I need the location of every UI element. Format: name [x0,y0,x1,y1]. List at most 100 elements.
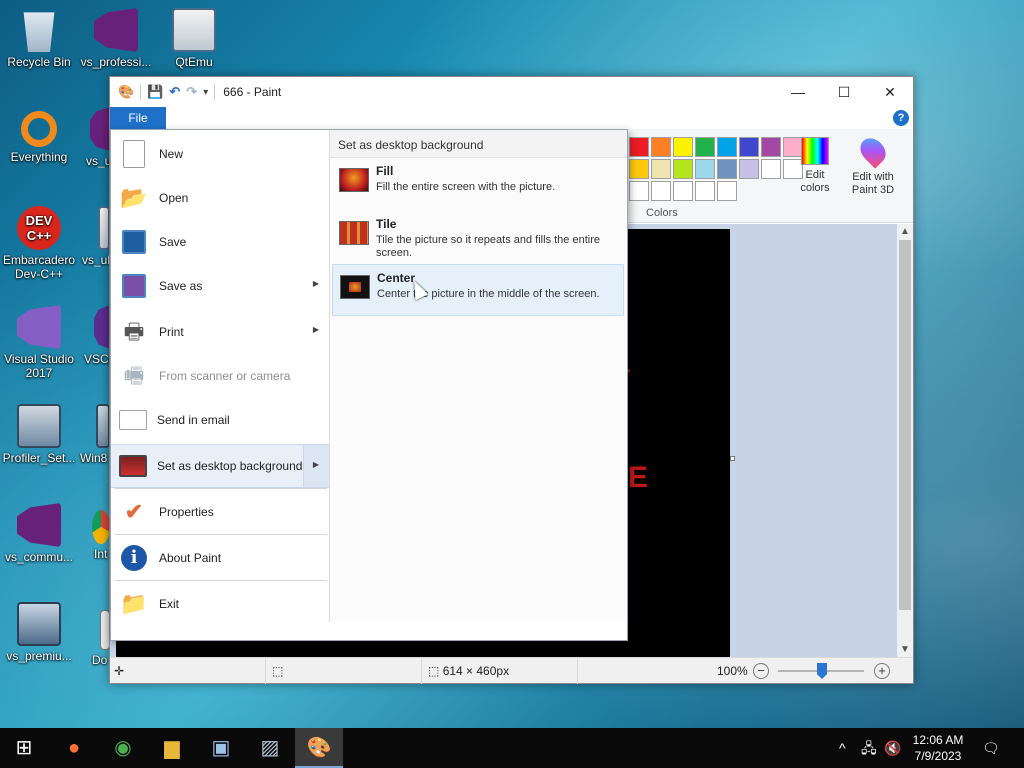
resize-handle[interactable] [730,456,735,461]
file-menu: New 📂 Open Save Save as ▶ 🖶 Print ▶ 🖷 Fr… [110,129,628,641]
color-swatch[interactable] [673,181,693,201]
file-menu-items: New 📂 Open Save Save as ▶ 🖶 Print ▶ 🖷 Fr… [111,130,329,626]
menu-item-print[interactable]: 🖶 Print ▶ [111,310,329,354]
color-swatch[interactable] [739,159,759,179]
desktop-icon-profiler-setup[interactable]: Profiler_Set... [1,404,77,465]
color-swatch[interactable] [695,159,715,179]
network-icon[interactable]: 🖧 [861,728,877,768]
edit-colors-button[interactable]: Edit colors [797,137,833,195]
desktop-icon-vs-ul[interactable]: vs_ul [78,206,110,267]
tile-preview-icon [339,221,369,245]
canvas-red-letter: E [628,461,649,494]
info-icon: i [121,545,147,571]
file-explorer-icon[interactable]: ▆ [148,728,196,768]
devcpp-icon: DEV C++ [17,206,61,250]
submenu-arrow-icon: ▶ [312,325,319,334]
desktop-icon-dev-cpp[interactable]: DEV C++ Embarcadero Dev-C++ [1,206,77,281]
desktop-icon-int-do[interactable]: Int Do [78,510,110,561]
scroll-down-icon[interactable]: ▼ [897,644,913,655]
color-swatch[interactable] [717,159,737,179]
recycle-bin-icon [23,12,55,52]
menu-item-new[interactable]: New [111,132,329,176]
desktop-icon-vs-professional[interactable]: vs_professi... [78,8,154,69]
chrome-shortcut-icon [92,510,110,544]
zoom-level: 100% [717,664,748,678]
desktop-icon-everything[interactable]: Everything [1,107,77,164]
paint-app-icon[interactable]: 🎨 [118,84,134,100]
show-hidden-icons-icon[interactable]: ^ [839,728,846,768]
desktop-icon-vs-community[interactable]: vs_commu... [1,503,77,564]
image-size-icon: ⬚ [428,664,440,678]
photo-viewer-icon[interactable]: ▨ [246,728,294,768]
desktop-icon-qtemu[interactable]: QtEmu [156,8,232,69]
firefox-icon[interactable]: ● [50,728,98,768]
zoom-slider-thumb[interactable] [817,663,827,679]
vertical-scrollbar[interactable]: ▲ ▼ [897,224,913,657]
desktop-icon-do[interactable]: Do [78,610,110,667]
close-icon[interactable]: ✕ [867,77,913,107]
visual-studio-icon [94,8,138,52]
desktop-icon-vs-premium[interactable]: vs_premiu... [1,602,77,663]
desktop-icon-recycle-bin[interactable]: Recycle Bin [1,8,77,69]
volume-muted-icon[interactable]: 🔇 [884,728,901,768]
scrollbar-thumb[interactable] [899,240,911,610]
color-swatch[interactable] [651,159,671,179]
edit-with-paint3d-button[interactable]: Edit with Paint 3D [846,133,900,197]
save-icon[interactable]: 💾 [147,84,163,100]
chrome-icon[interactable]: ◉ [99,728,147,768]
help-icon[interactable]: ? [893,110,909,126]
redo-icon[interactable]: ↷ [186,84,197,100]
menu-item-about-paint[interactable]: i About Paint [111,536,329,580]
taskbar: ⊞ ● ◉ ▆ ▣ ▨ 🎨 ^ 🖧 🔇 12:06 AM 7/9/2023 🗨 [0,728,1024,768]
color-swatch[interactable] [761,137,781,157]
color-swatch[interactable] [673,137,693,157]
color-swatch[interactable] [651,181,671,201]
desktop-icon-win8[interactable]: Win8 [78,404,110,465]
color-swatch[interactable] [629,159,649,179]
file-tab[interactable]: File [110,107,166,129]
menu-item-save-as[interactable]: Save as ▶ [111,264,329,308]
remote-desktop-icon[interactable]: ▣ [197,728,245,768]
submenu-option-center[interactable]: Center Center the picture in the middle … [332,264,624,316]
submenu-option-fill[interactable]: Fill Fill the entire screen with the pic… [332,158,624,210]
desktop-icon-vs-2017[interactable]: Visual Studio 2017 [1,305,77,380]
start-button[interactable]: ⊞ [0,728,48,768]
selection-size: ⬚ [266,658,422,684]
customize-quick-access-icon[interactable]: ▾ [203,87,208,98]
desktop-icon-vscode[interactable]: VSCo [78,305,110,366]
menu-item-open[interactable]: 📂 Open [111,176,329,220]
color-swatch[interactable] [695,181,715,201]
clock[interactable]: 12:06 AM 7/9/2023 [900,732,976,764]
scroll-up-icon[interactable]: ▲ [897,226,913,237]
color-swatch[interactable] [717,137,737,157]
notifications-icon[interactable]: 🗨 [982,728,1000,768]
maximize-icon[interactable]: ☐ [821,77,867,107]
color-swatch[interactable] [629,181,649,201]
color-swatch[interactable] [739,137,759,157]
installer-icon [96,404,110,448]
color-swatch[interactable] [651,137,671,157]
color-swatch[interactable] [761,159,781,179]
clock-date: 7/9/2023 [914,749,962,763]
email-icon [119,410,147,430]
vs-premium-icon [17,602,61,646]
minimize-icon[interactable]: — [775,77,821,107]
checkmark-icon: ✔ [124,499,144,524]
submenu-option-tile[interactable]: Tile Tile the picture so it repeats and … [332,211,624,263]
menu-item-set-desktop-background[interactable]: Set as desktop background ▶ [111,444,329,488]
color-swatch[interactable] [629,137,649,157]
menu-item-send-email[interactable]: Send in email [111,398,329,442]
zoom-in-icon[interactable]: + [874,663,890,679]
desktop-icon-vs-u[interactable]: vs_u [78,107,110,168]
color-swatch[interactable] [673,159,693,179]
zoom-out-icon[interactable]: − [753,663,769,679]
image-size: ⬚ 614 × 460px [422,658,578,684]
color-swatch[interactable] [717,181,737,201]
color-swatch[interactable] [695,137,715,157]
menu-item-save[interactable]: Save [111,220,329,264]
menu-item-exit[interactable]: 📁 Exit [111,582,329,626]
menu-item-properties[interactable]: ✔ Properties [111,490,329,534]
clock-time: 12:06 AM [912,733,964,747]
paint-taskbar-icon[interactable]: 🎨 [295,728,343,768]
undo-icon[interactable]: ↶ [169,84,180,100]
